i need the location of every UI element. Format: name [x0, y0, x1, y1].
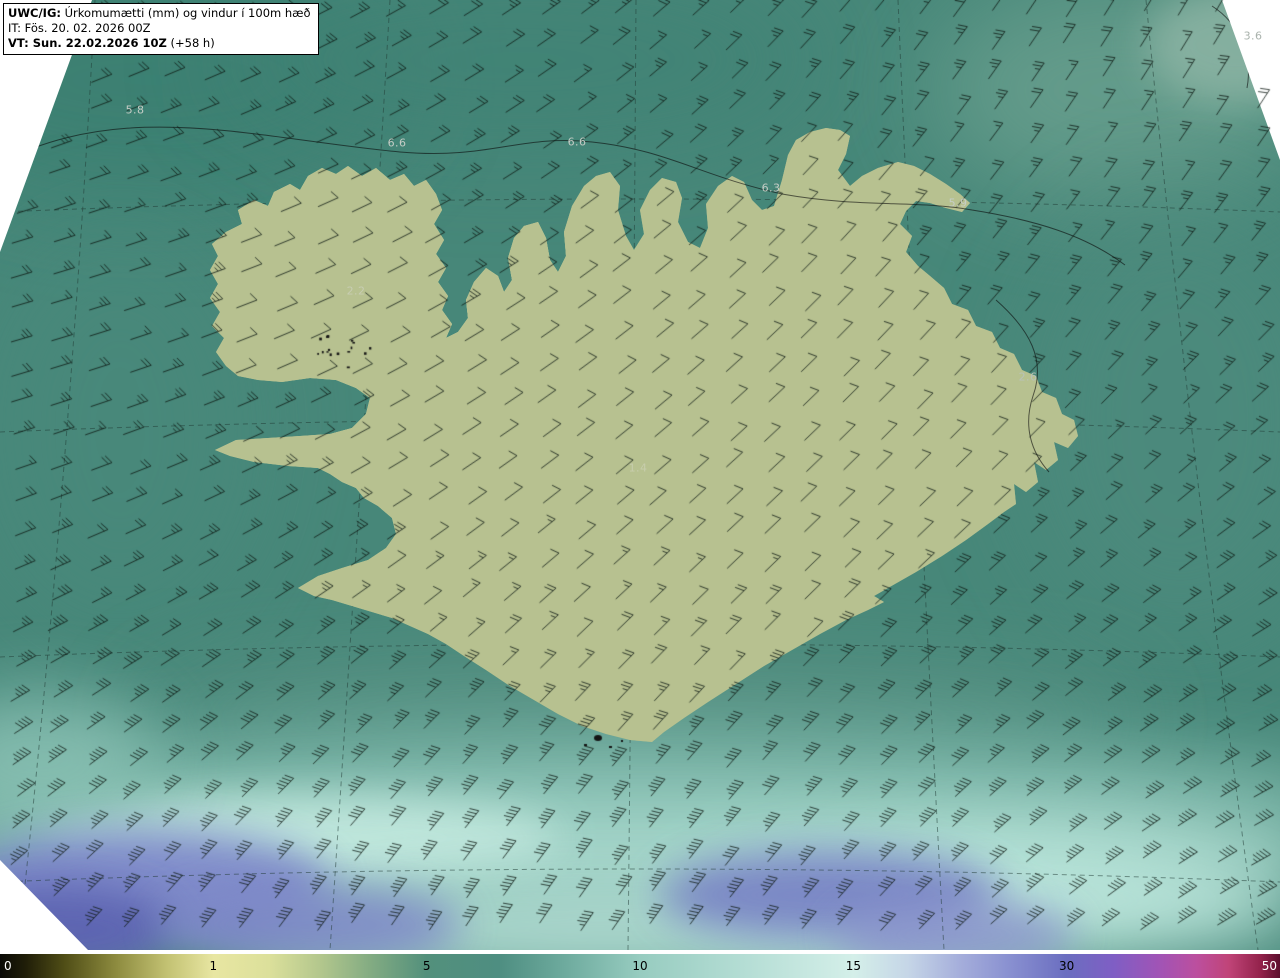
init-time-line: IT: Fös. 20. 02. 2026 00Z: [8, 21, 311, 36]
model-id-label: UWC/IG:: [8, 6, 61, 20]
colorbar-tick-0: 0: [4, 959, 12, 973]
colorbar: 0 1 5 10 15 30 50: [0, 950, 1280, 978]
colorbar-tick-30: 30: [1059, 959, 1075, 973]
wind-barbs-layer: [0, 0, 1280, 950]
valid-time-value: Sun. 22.02.2026 10Z: [28, 36, 167, 50]
init-time-value: Fös. 20. 02. 2026 00Z: [21, 21, 151, 35]
colorbar-tick-5: 5: [422, 959, 431, 973]
colorbar-ticks: 0 1 5 10 15 30 50: [0, 954, 1280, 978]
colorbar-tick-1: 1: [209, 959, 218, 973]
weather-map-app: 3.6 5.8 6.6 6.6 6.3 5.9 2.6 2.2 1.4 UWC/IG: Úrko…: [0, 0, 1280, 978]
colorbar-tick-50: 50: [1261, 959, 1277, 973]
init-time-label: IT:: [8, 21, 22, 35]
map-title-box: UWC/IG: Úrkomumætti (mm) og vindur í 100…: [3, 3, 319, 55]
map-area: 3.6 5.8 6.6 6.6 6.3 5.9 2.6 2.2 1.4 UWC/IG: Úrko…: [0, 0, 1280, 950]
map-title-text: Úrkomumætti (mm) og vindur í 100m hæð: [60, 6, 311, 20]
valid-time-line: VT: Sun. 22.02.2026 10Z (+58 h): [8, 36, 311, 51]
valid-time-label: VT:: [8, 36, 29, 50]
colorbar-tick-10: 10: [632, 959, 648, 973]
map-title-line: UWC/IG: Úrkomumætti (mm) og vindur í 100…: [8, 6, 311, 21]
forecast-hour: (+58 h): [166, 36, 215, 50]
colorbar-tick-15: 15: [845, 959, 861, 973]
